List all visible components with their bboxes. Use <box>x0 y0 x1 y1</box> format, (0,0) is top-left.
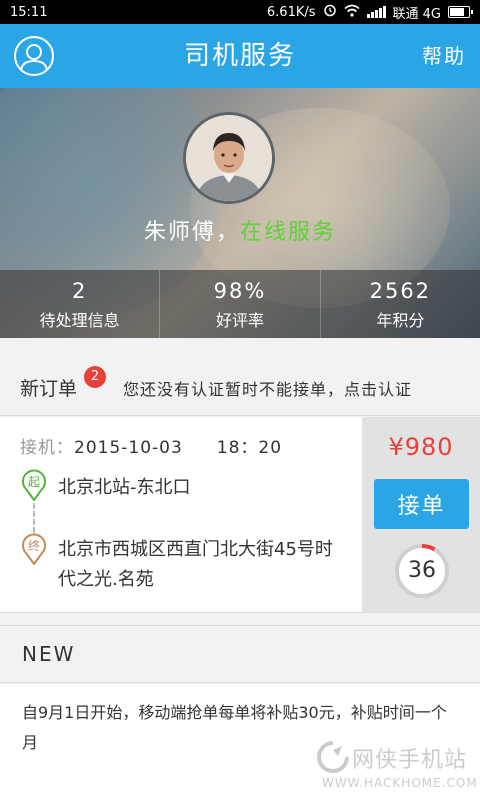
news-header: NEW <box>0 625 480 683</box>
pickup-date: 2015-10-03 <box>74 438 183 458</box>
alarm-icon <box>323 3 337 21</box>
countdown-value: 36 <box>408 558 436 583</box>
stats-bar: 2 待处理信息 98% 好评率 2562 年积分 <box>0 270 480 338</box>
pickup-info: 接机：2015-10-03 18：20 <box>20 433 282 458</box>
accept-order-button[interactable]: 接单 <box>374 479 469 529</box>
order-price: ¥980 <box>388 433 454 461</box>
status-bar: 15:11 6.61K/s 联通 4G <box>0 0 480 24</box>
certification-notice[interactable]: 您还没有认证暂时不能接单，点击认证 <box>123 376 412 400</box>
pickup-time: 18：20 <box>216 438 283 458</box>
new-order-label: 新订单 <box>20 378 78 400</box>
new-order-header: 新订单 2 您还没有认证暂时不能接单，点击认证 <box>0 360 480 416</box>
stat-points[interactable]: 2562 年积分 <box>321 270 480 338</box>
end-pin-icon: 终 <box>21 533 47 566</box>
signal-icon <box>366 6 386 18</box>
stat-pending[interactable]: 2 待处理信息 <box>0 270 161 338</box>
stat-rating[interactable]: 98% 好评率 <box>160 270 321 338</box>
wifi-icon <box>343 4 360 21</box>
stat-label: 待处理信息 <box>39 311 120 330</box>
net-speed: 6.61K/s <box>266 4 316 20</box>
end-marker-text: 终 <box>28 538 40 553</box>
title-bar: 司机服务 帮助 <box>0 24 480 88</box>
driver-avatar[interactable] <box>183 112 275 204</box>
start-pin-icon: 起 <box>21 469 47 502</box>
start-marker-text: 起 <box>28 475 40 489</box>
driver-name-status: 朱师傅，在线服务 <box>0 214 480 246</box>
new-order-badge: 2 <box>84 366 106 388</box>
pickup-label: 接机： <box>20 438 74 458</box>
online-status: 在线服务 <box>240 220 337 245</box>
status-time: 15:11 <box>10 4 48 20</box>
watermark-en: WWW.HACKHOME.COM <box>322 776 478 790</box>
order-action-panel: ¥980 接单 36 <box>362 417 480 612</box>
stat-label: 好评率 <box>215 311 264 330</box>
stat-value: 2 <box>71 279 88 303</box>
from-address: 北京北站-东北口 <box>58 477 191 498</box>
stat-label: 年积分 <box>376 311 425 330</box>
stat-value: 2562 <box>369 279 432 303</box>
carrier-label: 联通 4G <box>392 6 441 22</box>
site-watermark: 网侠手机站 WWW.HACKHOME.COM <box>308 736 480 798</box>
help-button[interactable]: 帮助 <box>422 24 466 88</box>
name-separator: ， <box>215 220 240 245</box>
watermark-cn: 网侠手机站 <box>352 748 468 773</box>
order-card[interactable]: 接机：2015-10-03 18：20 起 终 北京北站-东北口 北京市西城区西直… <box>0 417 480 613</box>
battery-icon <box>448 6 473 18</box>
driver-name: 朱师傅 <box>143 220 216 245</box>
stat-value: 98% <box>213 279 267 303</box>
to-address: 北京市西城区西直门北大街45号时代之光.名苑 <box>58 539 333 590</box>
profile-banner: 朱师傅，在线服务 2 待处理信息 98% 好评率 2562 年积分 <box>0 88 480 338</box>
watermark-logo-icon <box>317 741 349 773</box>
page-title: 司机服务 <box>183 41 296 71</box>
news-heading: NEW <box>22 642 76 666</box>
